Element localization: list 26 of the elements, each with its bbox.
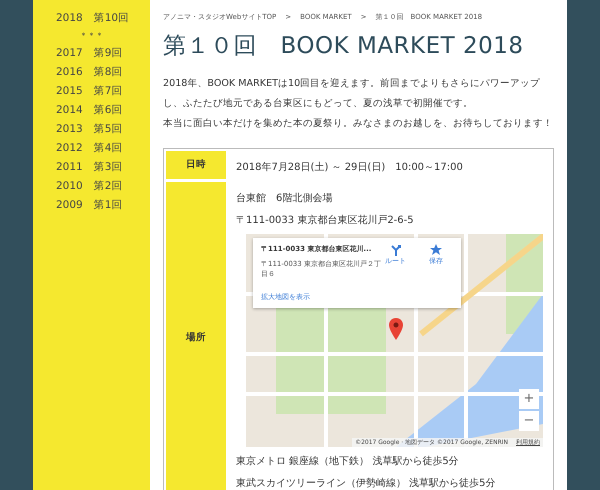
zoom-out-button[interactable]: − xyxy=(519,411,539,432)
intro-paragraph: 2018年、BOOK MARKETは10回目を迎えます。前回までよりもさらにパワーアップし、ふたたび地元である台東区にもどって、夏の浅草で初開催です。 xyxy=(163,77,542,112)
page-title: 第１０回 BOOK MARKET 2018 xyxy=(163,32,525,60)
separator-text: ＊＊＊ xyxy=(78,30,104,42)
map-pin-icon xyxy=(389,318,403,340)
cell-text: 東京メトロ 銀座線（地下鉄） 浅草駅から徒歩5分 xyxy=(236,454,460,470)
cell-text: 東武スカイツリーライン（伊勢崎線） 浅草駅から徒歩5分 xyxy=(236,476,497,490)
sidebar-link[interactable]: 2010 第2回 xyxy=(33,177,150,196)
route-icon xyxy=(390,244,402,256)
zoom-in-button[interactable]: + xyxy=(519,389,539,410)
cell-text: 台東館 6階北側会場 xyxy=(236,192,334,206)
star-icon xyxy=(430,244,442,256)
sidebar-link[interactable]: 2009 第1回 xyxy=(33,196,150,215)
sidebar-link[interactable]: 2018 第10回 xyxy=(33,9,150,28)
sidebar-link[interactable]: 2012 第4回 xyxy=(33,139,150,158)
sidebar-link[interactable]: 2015 第7回 xyxy=(33,82,150,101)
cell-text: 〒111-0033 東京都台東区花川戸2-6-5 xyxy=(236,214,415,228)
sidebar-link[interactable]: 2011 第3回 xyxy=(33,158,150,177)
cell-text: 2018年7月28日(土) ～ 29日(日) 10:00～17:00 xyxy=(236,160,464,176)
row-header: 場所 xyxy=(166,182,226,490)
sidebar-link[interactable]: 2014 第6回 xyxy=(33,101,150,120)
sidebar-link[interactable]: 2016 第8回 xyxy=(33,63,150,82)
sidebar-link[interactable]: 2017 第9回 xyxy=(33,44,150,63)
sidebar-link[interactable]: 2013 第5回 xyxy=(33,120,150,139)
intro-paragraph: 本当に面白い本だけを集めた本の夏祭り。みなさまのお越しを、お待ちしております！ xyxy=(163,117,554,132)
row-header: 日時 xyxy=(166,151,226,180)
